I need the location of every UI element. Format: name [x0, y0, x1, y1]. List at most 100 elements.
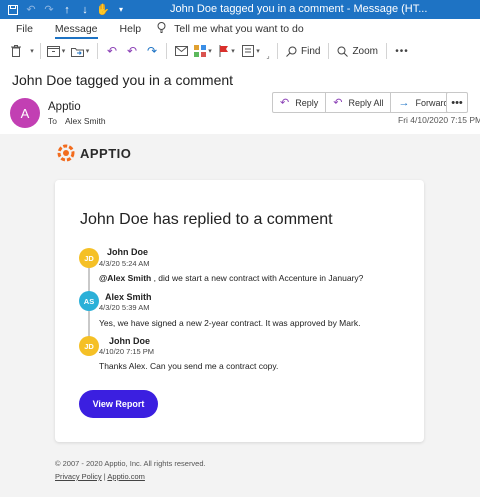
chevron-down-icon: ▾: [208, 48, 212, 55]
comment-avatar: JD: [79, 248, 99, 268]
save-icon[interactable]: [4, 0, 22, 19]
undo-icon[interactable]: ↶: [22, 0, 40, 19]
message-date: Fri 4/10/2020 7:15 PM: [398, 115, 480, 125]
redo-icon[interactable]: ↷: [40, 0, 58, 19]
rules-icon: [242, 45, 255, 57]
message-actions: ↶ Reply ↶ Reply All → Forward: [272, 92, 457, 113]
comment-card: John Doe has replied to a comment JD Joh…: [55, 180, 424, 442]
comment-author: Alex Smith: [105, 292, 152, 302]
envelope-icon: [174, 46, 188, 56]
rules-button[interactable]: ▾: [239, 39, 263, 63]
chevron-down-icon: ▾: [30, 48, 34, 55]
title-bar: ↶ ↷ ↑ ↓ ✋ ▾ John Doe tagged you in a com…: [0, 0, 480, 19]
find-button[interactable]: Find: [282, 39, 324, 63]
mention[interactable]: @Alex Smith: [99, 273, 151, 283]
comment-time: 4/10/20 7:15 PM: [99, 347, 155, 356]
comment-time: 4/3/20 5:39 AM: [99, 303, 150, 312]
categorize-icon: [194, 45, 207, 57]
divider: [166, 43, 167, 59]
comment-text: @Alex Smith , did we start a new contrac…: [99, 273, 363, 283]
privacy-policy-link[interactable]: Privacy Policy: [55, 472, 102, 481]
move-button[interactable]: ▾: [67, 39, 93, 63]
move-folder-icon: [70, 47, 84, 57]
tell-me-search[interactable]: Tell me what you want to do: [157, 22, 304, 36]
forward-icon: ↷: [146, 44, 158, 58]
apptio-logo-icon: [57, 144, 75, 162]
to-label: To: [48, 116, 57, 126]
reply-action-button[interactable]: ↶ Reply: [273, 93, 327, 112]
zoom-label: Zoom: [352, 45, 379, 57]
down-arrow-icon[interactable]: ↓: [76, 0, 94, 19]
reply-all-action-button[interactable]: ↶ Reply All: [326, 93, 392, 112]
lightbulb-icon: [157, 22, 166, 36]
tell-me-label: Tell me what you want to do: [174, 23, 304, 35]
more-commands-button[interactable]: •••: [391, 39, 413, 63]
reply-label: Reply: [295, 97, 319, 108]
customize-chevron-icon[interactable]: ▾: [112, 0, 130, 19]
footer-copyright: © 2007 - 2020 Apptio, Inc. All rights re…: [55, 459, 206, 468]
dialog-launcher[interactable]: ⌟: [263, 39, 273, 63]
touch-mode-icon[interactable]: ✋: [94, 0, 112, 19]
delete-button[interactable]: [6, 39, 26, 63]
apptio-site-link[interactable]: Apptio.com: [107, 472, 145, 481]
footer-links: Privacy Policy | Apptio.com: [55, 472, 145, 481]
comment-author: John Doe: [107, 247, 149, 257]
find-label: Find: [301, 45, 321, 57]
card-title: John Doe has replied to a comment: [80, 211, 333, 228]
reply-all-icon: ↶: [333, 97, 343, 109]
more-actions-button[interactable]: •••: [446, 92, 468, 113]
archive-icon: [46, 45, 60, 57]
chevron-down-icon: ▾: [61, 48, 66, 55]
reply-icon: ↶: [280, 97, 290, 109]
search-icon: [286, 46, 297, 57]
comment-author: John Doe: [109, 336, 151, 346]
reply-icon: ↶: [106, 44, 118, 58]
comment-avatar: JD: [79, 336, 99, 356]
forward-button[interactable]: ↷: [142, 39, 162, 63]
tab-help[interactable]: Help: [114, 19, 148, 39]
quick-access-toolbar: ↶ ↷ ↑ ↓ ✋ ▾: [0, 0, 130, 19]
flag-icon: [219, 45, 229, 57]
trash-icon: [11, 45, 21, 57]
brand-name: APPTIO: [80, 145, 132, 161]
forward-icon: →: [398, 96, 410, 109]
recipient-name[interactable]: Alex Smith: [65, 116, 106, 126]
divider: [328, 43, 330, 59]
categorize-button[interactable]: ▾: [191, 39, 215, 63]
view-report-button[interactable]: View Report: [79, 390, 158, 418]
divider: [40, 43, 41, 59]
divider: [386, 43, 388, 59]
reply-all-icon: ↶: [126, 44, 138, 58]
ribbon-tabs: File Message Help Tell me what you want …: [0, 19, 480, 39]
tab-message[interactable]: Message: [49, 19, 104, 39]
apptio-logo: APPTIO: [55, 142, 131, 164]
chevron-down-icon: ▾: [256, 48, 260, 55]
comment-avatar: AS: [79, 291, 99, 311]
zoom-icon: [337, 46, 349, 57]
window-title: John Doe tagged you in a comment - Messa…: [170, 3, 428, 15]
divider: [277, 43, 278, 59]
recipient-line: To Alex Smith: [48, 116, 106, 126]
comment-time: 4/3/20 5:24 AM: [99, 259, 150, 268]
chevron-down-icon: ▾: [231, 48, 235, 55]
comment-text: Yes, we have signed a new 2-year contrac…: [99, 318, 361, 328]
message-subject: John Doe tagged you in a comment: [12, 72, 234, 88]
sender-avatar: A: [10, 98, 40, 128]
sender-name[interactable]: Apptio: [48, 101, 81, 113]
chevron-down-icon: ▾: [85, 48, 90, 55]
zoom-button[interactable]: Zoom: [333, 39, 382, 63]
delete-dropdown[interactable]: ▾: [26, 39, 36, 63]
forward-label: Forward: [415, 97, 449, 108]
tab-file[interactable]: File: [10, 19, 39, 39]
reply-all-button[interactable]: ↶: [122, 39, 142, 63]
ribbon-toolbar: ▾ ▾ ▾ ↶ ↶ ↷ ▾ ▾ ▾ ⌟ Find Zoom •••: [0, 39, 480, 63]
up-arrow-icon[interactable]: ↑: [58, 0, 76, 19]
comment-text: Thanks Alex. Can you send me a contract …: [99, 361, 279, 371]
reply-button[interactable]: ↶: [102, 39, 122, 63]
mail-button[interactable]: [171, 39, 191, 63]
comment-body: , did we start a new contract with Accen…: [151, 273, 364, 283]
archive-button[interactable]: ▾: [45, 39, 67, 63]
reply-all-label: Reply All: [348, 97, 384, 108]
divider: [97, 43, 98, 59]
follow-up-button[interactable]: ▾: [215, 39, 239, 63]
